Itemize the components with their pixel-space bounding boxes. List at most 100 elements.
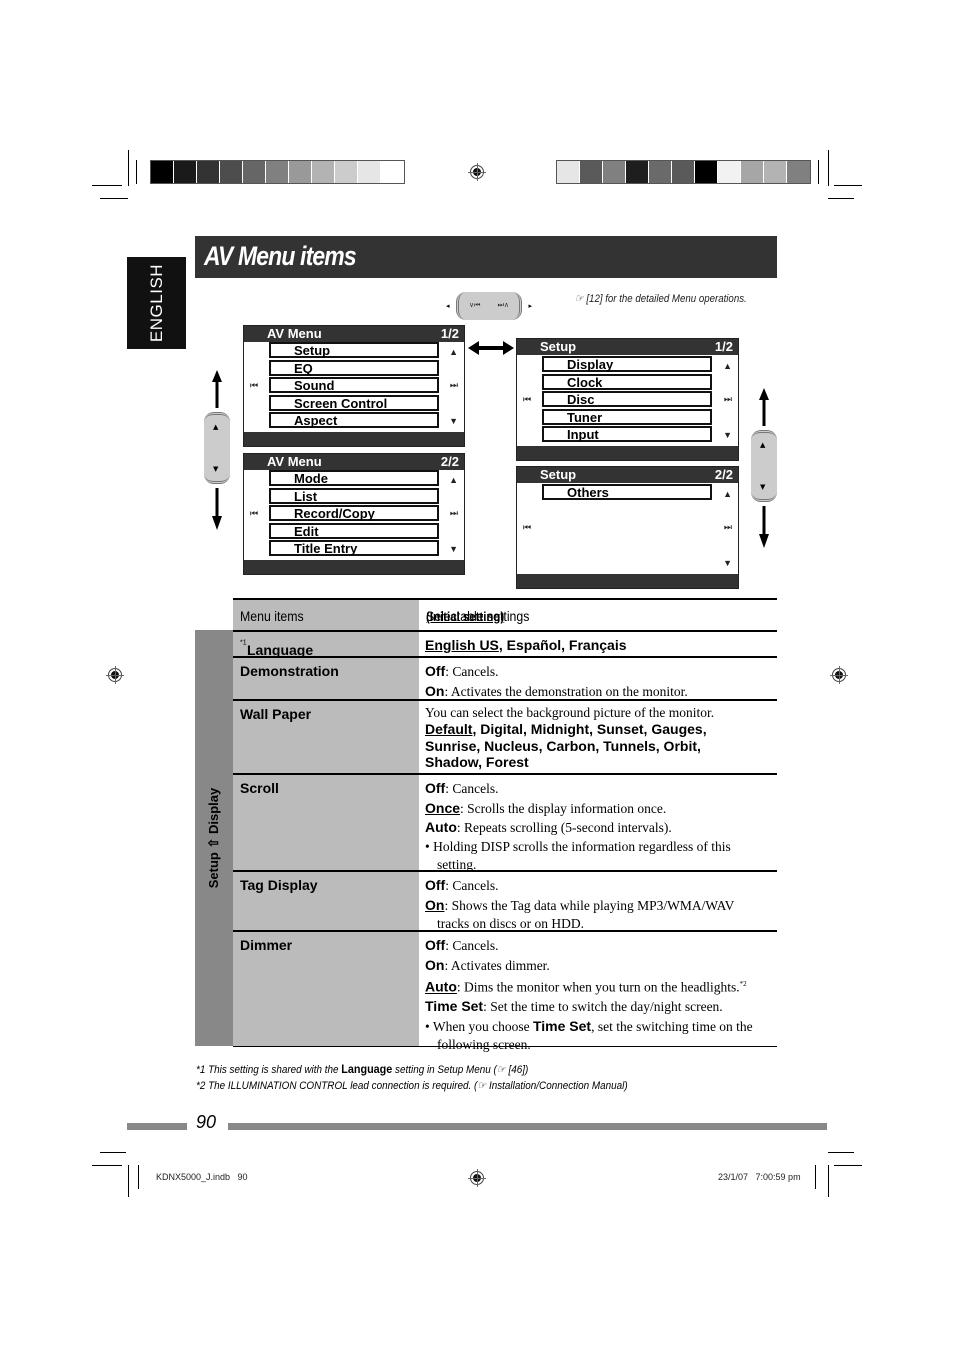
bullet-key: Time Set (532, 1017, 592, 1034)
color-swatch (243, 161, 266, 183)
table-header: Menu items Selectable settings (Initial … (233, 598, 777, 632)
reference-note: ☞ [12] for the detailed Menu operations. (575, 293, 747, 305)
prev-track-icon[interactable]: ⏮ (250, 508, 258, 519)
color-swatch (718, 161, 741, 183)
menu-item-list[interactable]: List (269, 488, 439, 504)
color-calibration-bar-right (556, 160, 811, 184)
next-track-icon[interactable]: ⏭ (450, 380, 458, 391)
color-swatch (764, 161, 787, 183)
scroll-down-icon[interactable]: ▼ (449, 416, 458, 426)
row-value: Off: Cancels. On: Shows the Tag data whi… (419, 872, 777, 931)
menu-item-record-copy[interactable]: Record/Copy (269, 505, 439, 521)
left-triangle-icon: ◂ (446, 302, 450, 310)
menu-item-aspect[interactable]: Aspect (269, 412, 439, 428)
down-triangle-icon: ▼ (760, 483, 766, 491)
crop-mark (138, 1165, 139, 1189)
controller-body: ▲ ▼ (204, 412, 230, 484)
next-track-icon[interactable]: ⏭ (724, 522, 732, 533)
scroll-up-icon[interactable]: ▲ (449, 475, 458, 485)
prev-track-icon[interactable]: ⏮ (250, 380, 258, 391)
option-desc: : Cancels. (445, 664, 499, 679)
menu-item-title-entry[interactable]: Title Entry (269, 540, 439, 556)
option-key-initial: Auto (425, 978, 457, 995)
color-swatch (381, 161, 404, 183)
option-key: Off (425, 663, 446, 679)
color-swatch (358, 161, 381, 183)
color-calibration-bar-left (150, 160, 405, 184)
language-tab-label: ENGLISH (146, 263, 166, 343)
registration-mark-icon (106, 666, 124, 684)
color-swatch (289, 161, 312, 183)
table-row-tag-display: Tag Display Off: Cancels. On: Shows the … (233, 870, 777, 931)
menu-item-display[interactable]: Display (542, 356, 712, 372)
footnote-text: setting in Setup Menu (☞ [46]) (392, 1064, 529, 1076)
option-desc: : Set the time to switch the day/night s… (483, 999, 723, 1015)
screen-footer (244, 432, 464, 446)
row-name-label: Wall Paper (240, 706, 312, 722)
next-track-icon[interactable]: ⏭ (724, 394, 732, 405)
next-up-icon: ⏭∧ (497, 301, 509, 309)
option-key-initial: Once (425, 799, 461, 816)
screen-title: AV Menu (267, 326, 322, 341)
av-menu-screen-1: AV Menu 1/2 Setup EQ Sound Screen Contro… (243, 325, 465, 447)
group-label-cell: Setup ⇧ Display (195, 630, 233, 1046)
menu-item-edit[interactable]: Edit (269, 523, 439, 539)
menu-item-sound[interactable]: Sound (269, 377, 439, 393)
crop-mark (128, 1165, 129, 1197)
arrow-up-icon (212, 370, 222, 408)
registration-mark-icon (830, 666, 848, 684)
option-key: Off (425, 877, 446, 893)
next-track-icon[interactable]: ⏭ (450, 508, 458, 519)
vertical-controller-right-icon: ▲ ▼ (751, 388, 777, 548)
crop-mark (815, 1165, 816, 1189)
screen-page: 1/2 (714, 339, 733, 354)
crop-mark (100, 198, 128, 199)
menu-item-others[interactable]: Others (542, 484, 712, 500)
prev-down-icon: ∨⏮ (469, 301, 481, 309)
crop-mark (92, 1165, 122, 1166)
footnote-2: *2 The ILLUMINATION CONTROL lead connect… (196, 1079, 628, 1092)
color-swatch (580, 161, 603, 183)
option-key: Time Set (425, 998, 484, 1015)
prev-track-icon[interactable]: ⏮ (523, 394, 531, 405)
menu-item-mode[interactable]: Mode (269, 470, 439, 486)
controller-body: ▲ ▼ (751, 430, 777, 502)
crop-mark (128, 150, 129, 186)
color-swatch (174, 161, 197, 183)
screen-header: Setup 2/2 (517, 467, 738, 483)
menu-item-screen-control[interactable]: Screen Control (269, 395, 439, 411)
prev-track-icon[interactable]: ⏮ (523, 522, 531, 533)
page-bar-left (127, 1123, 187, 1130)
scroll-down-icon[interactable]: ▼ (723, 430, 732, 440)
menu-item-input[interactable]: Input (542, 426, 712, 442)
option-default: Default (425, 721, 473, 737)
option-desc: : Cancels. (445, 781, 499, 796)
registration-mark-icon (468, 1169, 486, 1187)
scroll-up-icon[interactable]: ▲ (723, 361, 732, 371)
scroll-down-icon[interactable]: ▼ (723, 558, 732, 568)
screen-header: AV Menu 1/2 (244, 326, 464, 342)
menu-item-disc[interactable]: Disc (542, 391, 712, 407)
screen-footer (517, 446, 738, 460)
crop-mark (828, 150, 829, 186)
table-row-demonstration: Demonstration Off: Cancels. On: Activate… (233, 656, 777, 699)
footnote-key: Language (341, 1062, 393, 1076)
screen-page: 2/2 (714, 467, 733, 482)
av-menu-screen-2: AV Menu 2/2 Mode List Record/Copy Edit T… (243, 453, 465, 575)
scroll-down-icon[interactable]: ▼ (449, 544, 458, 554)
page-number: 90 (196, 1112, 217, 1132)
option-desc: : Repeats scrolling (5-second intervals)… (456, 820, 672, 836)
scroll-up-icon[interactable]: ▲ (723, 489, 732, 499)
row-value: Off: Cancels. On: Activates dimmer. Auto… (425, 937, 753, 1053)
group-label: Setup ⇧ Display (206, 787, 221, 889)
color-swatch (787, 161, 810, 183)
row-name-label: Demonstration (240, 663, 339, 679)
menu-item-clock[interactable]: Clock (542, 374, 712, 390)
color-swatch (197, 161, 220, 183)
scroll-up-icon[interactable]: ▲ (449, 347, 458, 357)
color-swatch (626, 161, 649, 183)
menu-item-eq[interactable]: EQ (269, 360, 439, 376)
menu-item-tuner[interactable]: Tuner (542, 409, 712, 425)
down-triangle-icon: ▼ (213, 465, 219, 473)
menu-item-setup[interactable]: Setup (269, 342, 439, 358)
